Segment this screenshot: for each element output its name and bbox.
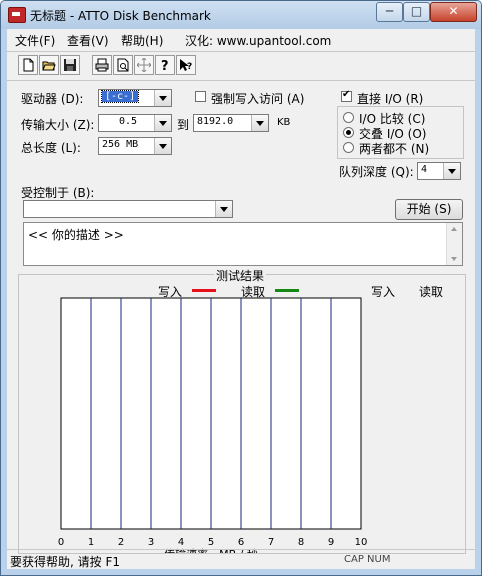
move-icon[interactable] [134,55,154,75]
total-length-select[interactable]: 256 MB [98,137,172,155]
drive-label: 驱动器 (D): [21,92,84,106]
app-icon[interactable] [8,7,26,23]
menu-localization: 汉化: www.upantool.com [185,34,332,48]
x-tick-label: 10 [355,537,368,548]
minimize-button[interactable]: ─ [376,2,403,22]
menu-bar: 文件(F) 查看(V) 帮助(H) 汉化: www.upantool.com [7,29,475,49]
status-indicators: CAP NUM [344,554,391,565]
svg-text:?: ? [187,62,192,72]
force-write-label[interactable]: 强制写入访问 (A) [211,90,304,107]
status-bar: 要获得帮助, 请按 F1 CAP NUM [7,549,475,570]
neither-label[interactable]: 两者都不 (N) [359,140,429,157]
x-tick-label: 1 [88,537,94,548]
drive-select[interactable]: [-c-] [98,89,172,107]
new-icon[interactable] [18,55,38,75]
total-length-value: 256 MB [102,139,139,150]
drive-value: [-c-] [100,90,140,103]
x-tick-label: 2 [118,537,124,548]
description-text[interactable]: << 你的描述 >> [28,226,124,243]
total-length-label: 总长度 (L): [21,141,81,155]
menu-help[interactable]: 帮助(H) [121,32,163,49]
start-button[interactable]: 开始 (S) [395,199,463,220]
x-tick-label: 8 [298,537,304,548]
save-icon[interactable] [60,55,80,75]
maximize-button[interactable]: □ [403,2,430,22]
force-write-checkbox[interactable] [195,91,206,102]
close-button[interactable]: ✕ [430,2,477,22]
scrollbar[interactable] [446,223,462,265]
transfer-size-from-value: 0.5 [119,116,138,127]
open-icon[interactable] [39,55,59,75]
queue-depth-value: 4 [421,164,428,175]
x-tick-label: 7 [268,537,274,548]
transfer-size-to-label: 到 [177,118,190,132]
client-area: 文件(F) 查看(V) 帮助(H) 汉化: www.upantool.com ?… [7,29,475,569]
x-tick-label: 9 [328,537,334,548]
print-icon[interactable] [92,55,112,75]
window-title: 无标题 - ATTO Disk Benchmark [30,9,211,23]
title-bar[interactable]: 无标题 - ATTO Disk Benchmark ─ □ ✕ [1,1,481,29]
results-group: 测试结果 写入 读取 写入 读取 012345678910传输速率 - MB /… [18,267,466,554]
x-tick-label: 5 [208,537,214,548]
scroll-up-icon[interactable] [451,227,457,231]
x-tick-label: 6 [238,537,244,548]
transfer-size-to-select[interactable]: 8192.0 [193,114,269,132]
context-help-icon[interactable]: ? [176,55,196,75]
toolbar: ? ? [7,51,475,81]
description-box[interactable]: << 你的描述 >> [23,222,463,266]
chevron-down-icon[interactable] [154,138,171,154]
transfer-size-label: 传输大小 (Z): [21,118,95,132]
controlled-by-select[interactable] [23,200,233,218]
status-text: 要获得帮助, 请按 F1 [10,555,120,569]
direct-io-label[interactable]: 直接 I/O (R) [357,90,423,107]
x-tick-label: 3 [148,537,154,548]
chevron-down-icon[interactable] [154,90,171,106]
print-preview-icon[interactable] [113,55,133,75]
controlled-by-label: 受控制于 (B): [21,186,95,200]
x-tick-label: 0 [58,537,64,548]
chevron-down-icon[interactable] [251,115,268,131]
chevron-down-icon[interactable] [215,201,232,217]
overlapped-io-radio[interactable] [343,127,354,138]
neither-radio[interactable] [343,142,354,153]
transfer-size-to-value: 8192.0 [197,116,234,127]
scroll-down-icon[interactable] [451,257,457,261]
chevron-down-icon[interactable] [154,115,171,131]
menu-view[interactable]: 查看(V) [67,32,109,49]
io-compare-radio[interactable] [343,112,354,123]
app-window: 无标题 - ATTO Disk Benchmark ─ □ ✕ 文件(F) 查看… [0,0,482,576]
menu-file[interactable]: 文件(F) [15,32,55,49]
transfer-size-unit: KB [277,117,291,128]
x-tick-label: 4 [178,537,184,548]
direct-io-checkbox[interactable] [341,89,352,102]
svg-text:?: ? [161,59,169,72]
transfer-size-from-select[interactable]: 0.5 [98,114,172,132]
queue-depth-label: 队列深度 (Q): [339,165,414,179]
queue-depth-select[interactable]: 4 [417,162,461,180]
help-icon[interactable]: ? [155,55,175,75]
transfer-rate-chart: 012345678910传输速率 - MB / 秒 [58,297,368,553]
chevron-down-icon[interactable] [443,163,460,179]
